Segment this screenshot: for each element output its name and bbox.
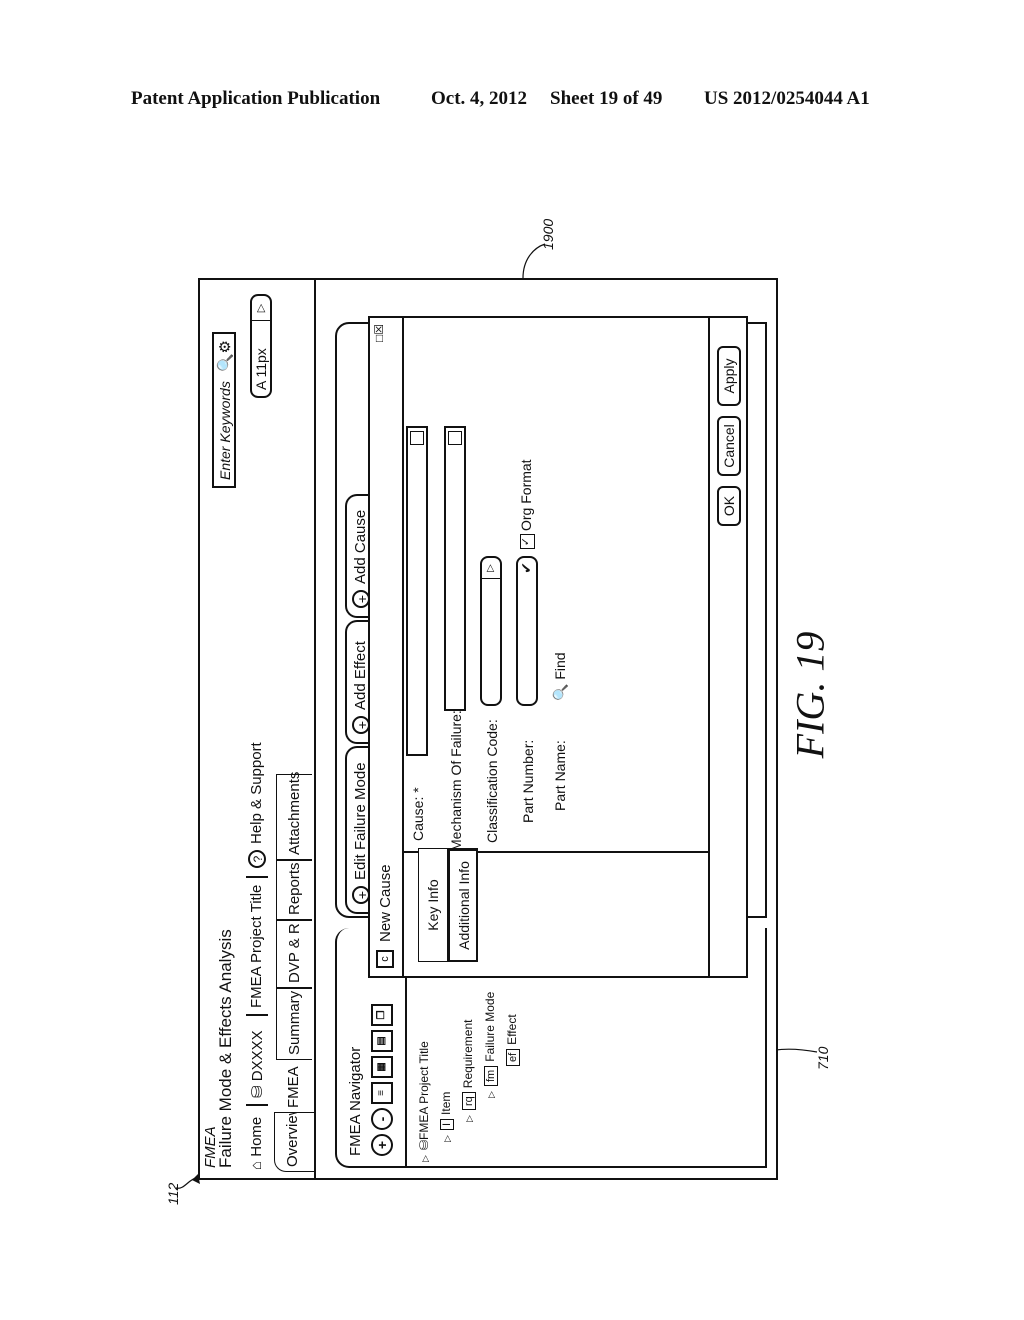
patent-number: US 2012/0254044 A1 xyxy=(704,88,870,109)
ref-leader-1900 xyxy=(522,243,546,279)
tab-overview[interactable]: Overview xyxy=(274,1104,314,1172)
part-number-label: Part Number: xyxy=(520,739,536,823)
figure-stage: FMEA Failure Mode & Effects Analysis Ent… xyxy=(198,278,778,1180)
mechanism-label: Mechanism Of Failure: xyxy=(448,710,464,851)
tab-fmea[interactable]: FMEA xyxy=(276,1060,312,1112)
publication-title: Patent Application Publication xyxy=(131,88,381,109)
navigator-title: FMEA Navigator xyxy=(347,1046,364,1156)
sheet-number: Sheet 19 of 49 xyxy=(550,88,663,109)
publication-date: Oct. 4, 2012 xyxy=(431,88,528,109)
nav-separator xyxy=(246,1014,268,1016)
new-cause-dialog: c New Cause □☒ Key Info Additional Info … xyxy=(368,316,748,978)
org-format-checkbox[interactable]: ✓Org Format xyxy=(518,459,535,549)
cause-label: Cause: * xyxy=(410,787,426,841)
checkmark-icon: ✔ xyxy=(518,562,534,574)
tree-node-project[interactable]: ▷⛁FMEA Project Title xyxy=(417,1041,431,1162)
apply-button[interactable]: Apply xyxy=(717,346,741,406)
cancel-button[interactable]: Cancel xyxy=(717,416,741,476)
tab-reports[interactable]: Reports xyxy=(276,860,312,920)
collapse-icon[interactable]: - xyxy=(371,1108,393,1130)
search-icon: 🔍 xyxy=(552,683,568,701)
tab-dvp-r[interactable]: DVP & R xyxy=(276,920,312,988)
classification-label: Classification Code: xyxy=(484,719,500,843)
publication-header: Patent Application Publication Oct. 4, 2… xyxy=(131,88,891,116)
tab-summary[interactable]: Summary xyxy=(276,988,312,1060)
list-icon[interactable]: ≡ xyxy=(371,1082,393,1104)
home-icon: ⌂ xyxy=(248,1160,265,1170)
part-name-label: Part Name: xyxy=(552,740,568,811)
expand-triangle-icon[interactable]: ▷ xyxy=(464,1110,475,1122)
dialog-title-bar: c New Cause □☒ xyxy=(370,318,404,976)
nav-separator xyxy=(246,876,268,878)
dialog-footer: OK Cancel Apply xyxy=(708,318,748,976)
tree-node-failure-mode[interactable]: ▷fmFailure Mode xyxy=(483,992,498,1098)
ok-button[interactable]: OK xyxy=(717,486,741,526)
font-size-select[interactable]: A 11px ▷ xyxy=(250,294,272,398)
expand-triangle-icon[interactable]: ▷ xyxy=(420,1150,431,1162)
expand-triangle-icon[interactable]: ▷ xyxy=(486,1086,497,1098)
fmea-app-window: FMEA Failure Mode & Effects Analysis Ent… xyxy=(198,278,778,1180)
classification-select[interactable]: ▷ xyxy=(480,556,502,706)
part-number-select[interactable]: ✔ xyxy=(516,556,538,706)
figure-label: FIG. 19 xyxy=(787,631,833,759)
dialog-title: New Cause xyxy=(377,864,394,942)
expand-triangle-icon[interactable]: ▷ xyxy=(442,1130,453,1142)
checkbox-checked-icon[interactable]: ✓ xyxy=(519,534,535,549)
nav-project-title[interactable]: FMEA Project Title xyxy=(248,885,265,1008)
database-icon: ⛁ xyxy=(417,1139,431,1150)
expand-field-icon[interactable] xyxy=(448,431,462,445)
document-icon[interactable]: ▤ xyxy=(371,1030,393,1052)
database-icon: ⛁ xyxy=(249,1085,266,1098)
tree-node-item[interactable]: ▷IItem xyxy=(439,1092,454,1142)
tree-node-requirement[interactable]: ▷rqRequirement xyxy=(461,1020,476,1122)
side-tab-key-info[interactable]: Key Info xyxy=(418,848,448,962)
search-placeholder: Enter Keywords xyxy=(217,381,233,480)
failure-mode-badge: fm xyxy=(484,1065,498,1086)
window-controls-icon[interactable]: □☒ xyxy=(372,324,386,342)
nav-separator xyxy=(246,1104,268,1106)
cause-input[interactable] xyxy=(406,426,428,756)
dropdown-arrow-icon: ▷ xyxy=(482,558,500,579)
main-tabs: Overview FMEA Summary DVP & R Reports At… xyxy=(274,280,316,1178)
cause-icon: c xyxy=(376,950,394,968)
top-nav: ⌂ Home ⛁ DXXXX FMEA Project Title ?Help … xyxy=(242,280,274,1178)
side-tab-additional-info[interactable]: Additional Info xyxy=(448,848,478,962)
nav-database[interactable]: ⛁ DXXXX xyxy=(248,1030,266,1098)
nav-help[interactable]: ?Help & Support xyxy=(248,742,267,868)
dialog-form: Cause: * Mechanism Of Failure: Classific… xyxy=(402,318,708,851)
requirement-badge: rq xyxy=(462,1092,476,1110)
app-title: Failure Mode & Effects Analysis xyxy=(216,929,235,1168)
expand-icon[interactable]: + xyxy=(371,1134,393,1156)
search-settings-icon[interactable]: 🔍⚙ xyxy=(216,340,234,372)
help-icon: ? xyxy=(248,850,267,868)
find-link[interactable]: 🔍 Find xyxy=(552,652,569,701)
tree-node-effect[interactable]: efEffect xyxy=(505,1014,520,1066)
item-badge: I xyxy=(440,1118,454,1130)
expand-field-icon[interactable] xyxy=(410,431,424,445)
tab-attachments[interactable]: Attachments xyxy=(276,772,312,860)
dropdown-arrow-icon: ▷ xyxy=(252,296,270,321)
mechanism-input[interactable] xyxy=(444,426,466,711)
nav-home[interactable]: ⌂ Home xyxy=(248,1117,265,1170)
grid-icon[interactable]: ▦ xyxy=(371,1056,393,1078)
dialog-side-tabs: Key Info Additional Info xyxy=(402,848,708,976)
effect-badge: ef xyxy=(506,1048,520,1066)
copy-icon[interactable]: ❐ xyxy=(371,1004,393,1026)
search-input[interactable]: Enter Keywords 🔍⚙ xyxy=(212,332,236,488)
